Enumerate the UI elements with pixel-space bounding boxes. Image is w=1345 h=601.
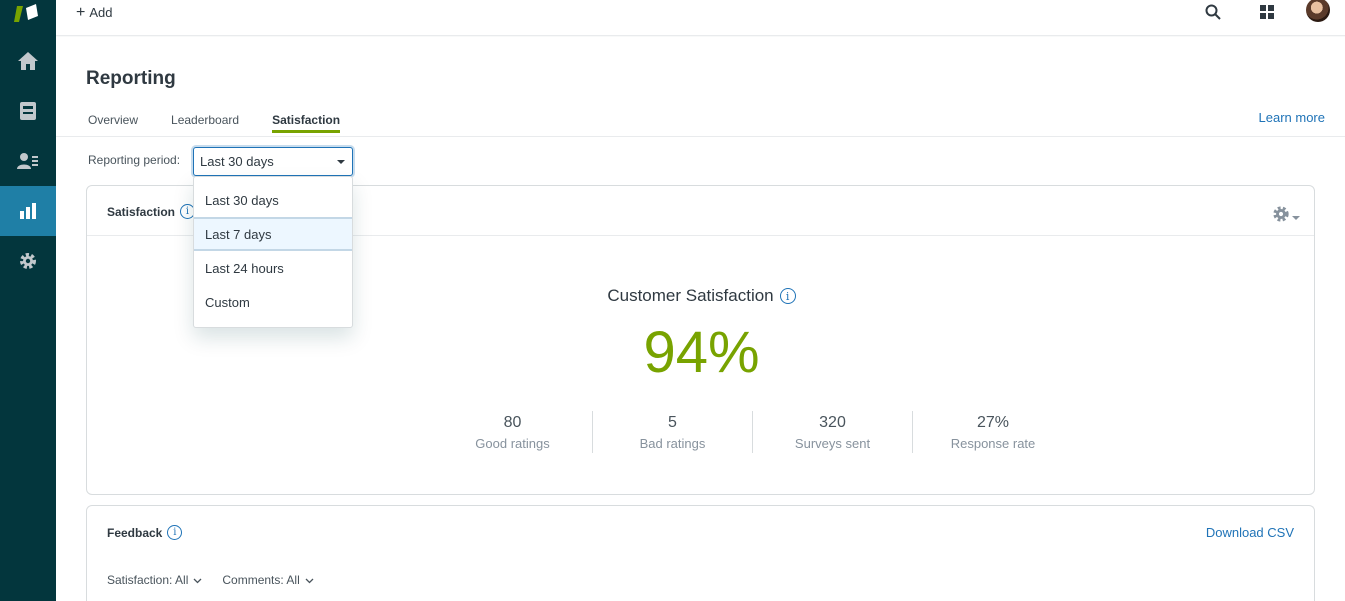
tab-overview[interactable]: Overview — [88, 113, 138, 133]
sidebar-item-reporting[interactable] — [0, 186, 56, 236]
comments-filter[interactable]: Comments: All — [222, 573, 314, 587]
stat-value: 320 — [819, 414, 846, 431]
download-csv-link[interactable]: Download CSV — [1206, 525, 1294, 540]
customer-satisfaction-heading-text: Customer Satisfaction — [607, 286, 774, 305]
info-icon[interactable]: i — [167, 525, 183, 540]
stat-response-rate: 27% Response rate — [913, 411, 1073, 453]
gear-icon — [1272, 205, 1290, 228]
satisfaction-title-text: Satisfaction — [107, 204, 176, 219]
stat-label: Bad ratings — [639, 436, 706, 451]
chevron-down-icon — [305, 573, 314, 587]
feedback-card: Feedback i Download CSV Satisfaction: Al… — [86, 505, 1315, 601]
avatar[interactable] — [1306, 0, 1330, 22]
stat-label: Response rate — [950, 436, 1036, 451]
stat-bad-ratings: 5 Bad ratings — [593, 411, 753, 453]
stat-value: 27% — [976, 414, 1010, 431]
comments-filter-label: Comments: All — [222, 573, 300, 587]
feedback-card-title: Feedback i — [107, 525, 183, 540]
customers-icon — [17, 152, 39, 170]
zendesk-logo[interactable] — [14, 2, 40, 24]
info-icon[interactable]: i — [779, 288, 796, 304]
sidebar-item-customers[interactable] — [0, 136, 56, 186]
admin-gear-icon — [18, 251, 38, 271]
feedback-filters: Satisfaction: All Comments: All — [107, 573, 314, 587]
tab-satisfaction[interactable]: Satisfaction — [272, 113, 341, 133]
plus-icon: + — [76, 3, 86, 21]
add-button-label: Add — [89, 5, 113, 20]
reporting-icon — [19, 202, 37, 220]
reporting-period-value: Last 30 days — [200, 154, 274, 169]
period-option-last-24-hours[interactable]: Last 24 hours — [194, 251, 352, 285]
settings-menu-button[interactable] — [1272, 205, 1300, 228]
search-icon[interactable] — [1203, 2, 1223, 22]
reporting-period-dropdown: Last 30 days Last 7 days Last 24 hours C… — [193, 176, 353, 328]
stat-label: Surveys sent — [794, 436, 871, 451]
stat-label: Good ratings — [475, 436, 550, 451]
satisfaction-filter[interactable]: Satisfaction: All — [107, 573, 202, 587]
chevron-down-icon — [193, 573, 202, 587]
stat-good-ratings: 80 Good ratings — [433, 411, 593, 453]
sidebar — [0, 0, 56, 601]
satisfaction-filter-label: Satisfaction: All — [107, 573, 189, 587]
period-option-last-30-days[interactable]: Last 30 days — [194, 183, 352, 217]
top-bar: + Add — [56, 0, 1345, 36]
satisfaction-card-title: Satisfaction i — [107, 204, 196, 219]
add-button[interactable]: + Add — [76, 3, 113, 21]
chevron-down-icon — [1292, 208, 1300, 226]
sidebar-item-home[interactable] — [0, 36, 56, 86]
home-icon — [17, 51, 39, 71]
reporting-period-select[interactable]: Last 30 days — [193, 147, 353, 176]
stat-value: 80 — [503, 414, 522, 431]
views-icon — [19, 101, 37, 121]
learn-more-link[interactable]: Learn more — [1259, 110, 1325, 125]
tab-leaderboard[interactable]: Leaderboard — [171, 113, 239, 133]
period-option-last-7-days[interactable]: Last 7 days — [194, 217, 352, 251]
apps-grid-icon[interactable] — [1257, 2, 1277, 22]
stat-value: 5 — [668, 414, 677, 431]
stat-surveys-sent: 320 Surveys sent — [753, 411, 913, 453]
sidebar-item-views[interactable] — [0, 86, 56, 136]
tab-bar: Overview Leaderboard Satisfaction — [88, 113, 373, 133]
reporting-period-label: Reporting period: — [88, 153, 181, 167]
satisfaction-stats: 80 Good ratings 5 Bad ratings 320 Survey… — [433, 411, 1073, 453]
page-title: Reporting — [86, 68, 176, 89]
satisfaction-score: 94% — [643, 320, 760, 385]
sidebar-item-admin[interactable] — [0, 236, 56, 286]
tabs-divider — [56, 136, 1345, 137]
period-option-custom[interactable]: Custom — [194, 285, 352, 319]
feedback-title-text: Feedback — [107, 525, 163, 540]
caret-down-icon — [337, 160, 345, 164]
